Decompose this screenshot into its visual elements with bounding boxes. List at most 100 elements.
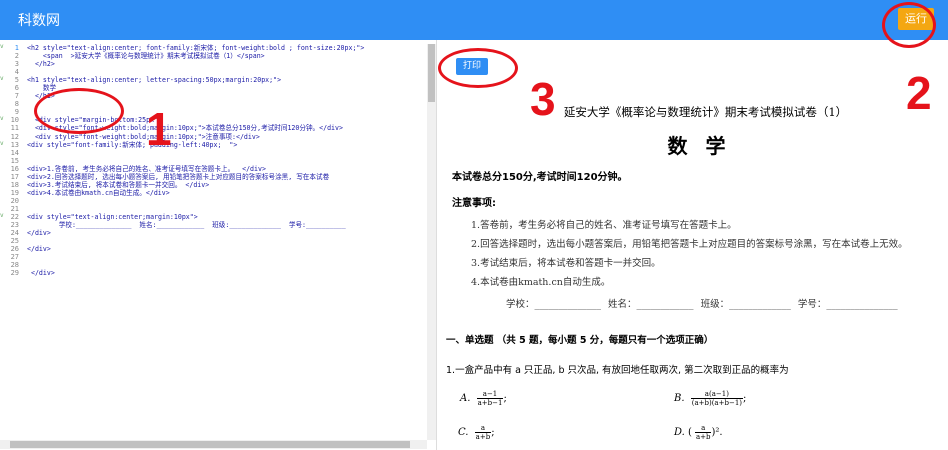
line-number: 24	[10, 229, 19, 238]
editor-horizontal-scrollbar[interactable]	[0, 440, 427, 449]
exam-title: 延安大学《概率论与数理统计》期末考试模拟试卷（1）	[563, 105, 848, 119]
code-line[interactable]: </div>	[27, 229, 427, 237]
annotation-number-3: 3	[530, 73, 556, 125]
school-field: 学校：______________	[506, 299, 602, 310]
code-line[interactable]: <h2 style="text-align:center; font-famil…	[27, 44, 427, 52]
code-line[interactable]	[27, 197, 427, 205]
annotation-number-1: 1	[146, 103, 172, 155]
code-line[interactable]	[27, 261, 427, 269]
annotation-circle-3	[438, 48, 518, 88]
line-number: 25	[10, 237, 19, 246]
line-number: 20	[10, 196, 19, 205]
top-navbar: 科数网 运行	[0, 0, 948, 40]
line-number: 13	[0, 140, 22, 149]
option-d-num: a	[694, 424, 712, 433]
section-heading: 一、单选题 （共 5 题，每小题 5 分，每题只有一个选项正确）	[446, 335, 714, 346]
option-a-den: a+b−1	[477, 399, 503, 407]
line-number: 6	[14, 84, 19, 93]
preview-pane: 打印 延安大学《概率论与数理统计》期末考试模拟试卷（1） 数学 本试卷总分150…	[438, 40, 948, 450]
student-info-fields: 学校：______________ 姓名：____________ 班级：___…	[506, 296, 902, 310]
option-b-tail: ;	[743, 393, 747, 404]
line-number: 23	[10, 221, 19, 230]
option-d-tail: )².	[711, 427, 723, 438]
code-line[interactable]: <div style="font-weight:bold;margin:10px…	[27, 133, 427, 141]
name-field: 姓名：____________	[608, 299, 694, 310]
option-d-den: a+b	[695, 433, 711, 441]
code-line[interactable]: </div>	[27, 245, 427, 253]
option-c-tail: ;	[491, 427, 495, 438]
line-number: 27	[10, 253, 19, 262]
code-line[interactable]	[27, 157, 427, 165]
line-number: 14	[10, 148, 19, 157]
code-line[interactable]: <div>4.本试卷由kmath.cn自动生成。</div>	[27, 189, 427, 197]
line-number: 16	[10, 164, 19, 173]
notice-item: 1.答卷前，考生务必将自己的姓名、准考证号填写在答题卡上。	[471, 220, 737, 231]
option-b-num: a(a−1)	[690, 390, 744, 399]
line-number: 11	[10, 124, 19, 133]
line-number: 1	[0, 43, 22, 52]
code-line[interactable]: <div>1.答卷前, 考生务必将自己的姓名、准考证号填写在答题卡上。 </di…	[27, 165, 427, 173]
option-c-num: a	[474, 424, 492, 433]
notice-item: 4.本试卷由kmath.cn自动生成。	[471, 277, 611, 288]
line-number-gutter: 1234567891011121314151617181920212223242…	[0, 43, 22, 278]
option-b-label: B.	[674, 393, 685, 404]
code-line[interactable]: <div style="text-align:center;margin:10p…	[27, 213, 427, 221]
notice-item: 2.回答选择题时，选出每小题答案后，用铅笔把答题卡上对应题目的答案标号涂黑，写在…	[471, 239, 908, 250]
line-number: 10	[0, 115, 22, 124]
line-number: 5	[0, 75, 22, 84]
line-number: 3	[14, 60, 19, 69]
question-1: 1.一盒产品中有 a 只正品, b 只次品, 有放回地任取两次, 第二次取到正品…	[446, 365, 789, 376]
line-number: 26	[10, 245, 19, 254]
code-line[interactable]	[27, 253, 427, 261]
option-c-fraction: a a+b	[474, 424, 492, 441]
line-number: 28	[10, 261, 19, 270]
editor-vertical-scroll-thumb[interactable]	[428, 44, 435, 102]
line-number: 18	[10, 180, 19, 189]
line-number: 7	[14, 92, 19, 101]
code-content[interactable]: <h2 style="text-align:center; font-famil…	[27, 44, 427, 277]
line-number: 17	[10, 172, 19, 181]
code-line[interactable]: <div>3.考试结束后, 将本试卷和答题卡一并交回。 </div>	[27, 181, 427, 189]
line-number: 15	[10, 156, 19, 165]
code-line[interactable]: <div>2.回答选择题时, 选出每小题答案后, 用铅笔把答题卡上对应题目的答案…	[27, 173, 427, 181]
code-line[interactable]: </div>	[27, 269, 427, 277]
site-brand[interactable]: 科数网	[18, 10, 60, 30]
option-d: D. (a a+b)².	[674, 424, 723, 441]
option-d-lead: (	[688, 427, 692, 438]
code-line[interactable]	[27, 205, 427, 213]
annotation-circle-1	[34, 88, 124, 134]
option-c: C. a a+b;	[458, 424, 495, 441]
class-field: 班级：_____________	[700, 299, 791, 310]
line-number: 29	[10, 269, 19, 278]
line-number: 22	[0, 212, 22, 221]
editor-horizontal-scroll-thumb[interactable]	[10, 441, 410, 448]
code-line[interactable]	[27, 68, 427, 76]
code-line[interactable]: </h2>	[27, 60, 427, 68]
option-b-fraction: a(a−1) (a+b)(a+b−1)	[690, 390, 744, 407]
line-number: 19	[10, 188, 19, 197]
code-line[interactable]: <span >延安大学《概率论与数理统计》期末考试模拟试卷（1）</span>	[27, 52, 427, 60]
option-d-label: D.	[674, 427, 685, 438]
code-line[interactable]: <h1 style="text-align:center; letter-spa…	[27, 76, 427, 84]
option-a-label: A.	[460, 393, 471, 404]
notice-item: 3.考试结束后，将本试卷和答题卡一并交回。	[471, 258, 661, 269]
code-line[interactable]: 学校:______________ 姓名:____________ 班级:___…	[27, 221, 427, 229]
student-number-field: 学号：_______________	[797, 299, 898, 310]
exam-total-info: 本试卷总分150分,考试时间120分钟。	[452, 172, 628, 183]
option-a-tail: ;	[503, 393, 507, 404]
option-b-den: (a+b)(a+b−1)	[691, 399, 743, 407]
code-line[interactable]: <div style="font-family:新宋体; padding-lef…	[27, 141, 427, 149]
code-line[interactable]	[27, 237, 427, 245]
option-c-label: C.	[458, 427, 469, 438]
option-a-num: a−1	[476, 390, 504, 399]
option-b: B. a(a−1) (a+b)(a+b−1);	[674, 390, 746, 407]
notice-list: 1.答卷前，考生务必将自己的姓名、准考证号填写在答题卡上。 2.回答选择题时，选…	[471, 216, 941, 292]
annotation-circle-2	[882, 2, 936, 48]
annotation-number-2: 2	[906, 67, 932, 119]
exam-subject: 数学	[667, 134, 744, 158]
option-a-fraction: a−1 a+b−1	[476, 390, 504, 407]
option-d-fraction: a a+b	[694, 424, 712, 441]
line-number: 2	[14, 52, 19, 61]
editor-vertical-scrollbar[interactable]	[427, 44, 436, 440]
code-line[interactable]	[27, 149, 427, 157]
